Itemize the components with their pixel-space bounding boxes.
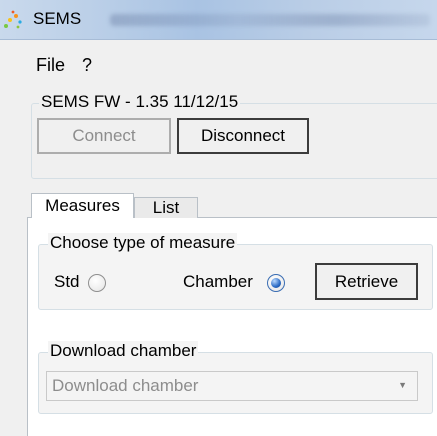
combo-value: Download chamber <box>52 376 199 395</box>
download-chamber-legend: Download chamber <box>48 341 199 361</box>
disconnect-button[interactable]: Disconnect <box>177 118 309 154</box>
title-redacted-area <box>110 14 430 26</box>
tab-measures[interactable]: Measures <box>31 193 134 218</box>
radio-selected-dot <box>271 278 281 288</box>
tab-list[interactable]: List <box>134 197 198 218</box>
measure-type-legend: Choose type of measure <box>48 233 238 253</box>
std-radio[interactable] <box>88 274 106 292</box>
chevron-down-icon[interactable]: ▼ <box>398 380 407 390</box>
chamber-radio[interactable] <box>267 274 285 292</box>
std-label: Std <box>54 272 80 291</box>
sparkle-app-icon <box>4 10 22 29</box>
window-title: SEMS <box>33 9 82 28</box>
title-bar[interactable]: SEMS <box>0 0 437 40</box>
download-chamber-combo[interactable]: Download chamber ▼ <box>46 371 418 401</box>
connect-button[interactable]: Connect <box>37 118 171 154</box>
retrieve-button[interactable]: Retrieve <box>315 263 418 300</box>
firmware-legend: SEMS FW - 1.35 11/12/15 <box>39 92 241 112</box>
chamber-label: Chamber <box>183 272 253 291</box>
menu-bar: File ? <box>0 40 437 78</box>
menu-help[interactable]: ? <box>82 55 92 76</box>
menu-file[interactable]: File <box>36 55 65 76</box>
